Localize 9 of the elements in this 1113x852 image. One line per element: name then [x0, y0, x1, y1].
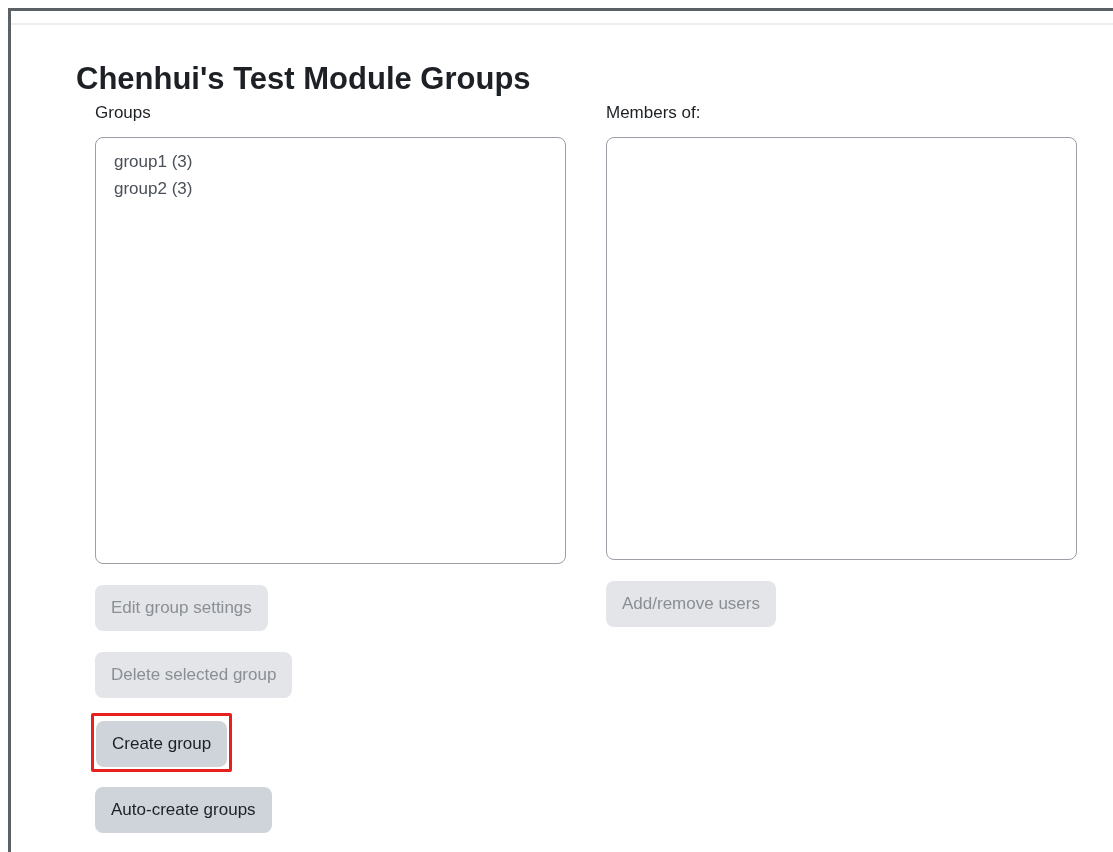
list-option[interactable]: group2 (3): [114, 175, 547, 202]
list-label: Groups: [95, 102, 152, 124]
list-option[interactable]: group1 (3): [114, 148, 547, 175]
action-button[interactable]: Auto-create groups: [95, 787, 272, 833]
create-button[interactable]: Create group: [96, 721, 228, 767]
list-label: Members of:: [606, 102, 702, 124]
list-box[interactable]: [606, 137, 1077, 560]
page-title: Chenhui's Test Module Groups: [76, 60, 532, 98]
list-box[interactable]: group1 (3) group2 (3): [95, 137, 566, 564]
